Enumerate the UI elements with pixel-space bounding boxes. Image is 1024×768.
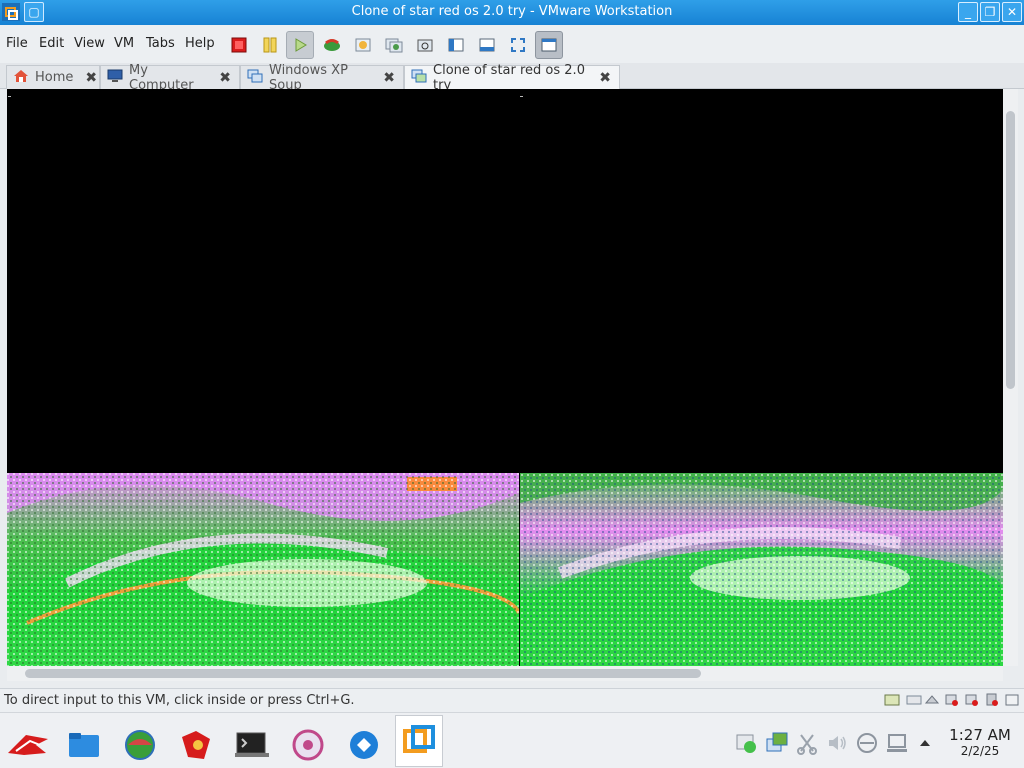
menu-edit[interactable]: Edit <box>39 36 64 51</box>
tab-label: Windows XP Soup <box>269 62 348 93</box>
vm-glitch-wallpaper-right <box>520 473 1003 666</box>
menu-file[interactable]: File <box>6 36 28 51</box>
display-settings-icon[interactable] <box>885 731 909 755</box>
tab-my-computer[interactable]: My Computer ✖ <box>100 63 240 93</box>
tab-label: Home <box>35 70 74 85</box>
vertical-scrollbar[interactable] <box>1003 89 1018 666</box>
menu-help[interactable]: Help <box>185 36 215 51</box>
suspend-icon[interactable] <box>256 31 284 59</box>
usb-icon[interactable] <box>944 693 960 707</box>
terminal-icon[interactable] <box>228 721 276 768</box>
tab-close-icon[interactable]: ✖ <box>85 70 97 86</box>
horizontal-scrollbar[interactable] <box>7 666 1003 681</box>
volume-icon[interactable] <box>825 731 849 755</box>
power-off-icon[interactable] <box>225 31 253 59</box>
clock-date: 2/2/25 <box>960 744 1000 758</box>
expand-tray-icon[interactable] <box>913 731 937 755</box>
red-os-menu-icon[interactable] <box>4 721 52 768</box>
taskbar: 1:27 AM 2/2/25 <box>0 712 1024 768</box>
screenshot-icon[interactable] <box>795 731 819 755</box>
thumbnail-bar-icon[interactable] <box>473 31 501 59</box>
remote-icon[interactable] <box>340 721 388 768</box>
minimize-button[interactable]: _ <box>958 2 978 22</box>
title-bar: ▢ Clone of star red os 2.0 try - VMware … <box>0 0 1024 25</box>
vm-icon <box>411 69 427 87</box>
network-icon[interactable] <box>924 693 940 707</box>
revert-snapshot-icon[interactable] <box>349 31 377 59</box>
network-status-icon[interactable] <box>735 731 759 755</box>
tab-close-icon[interactable]: ✖ <box>599 70 611 86</box>
menu-toolbar: File Edit View VM Tabs Help <box>0 25 1024 63</box>
tab-label: Clone of star red os 2.0 try <box>433 62 585 93</box>
menu-view[interactable]: View <box>74 36 105 51</box>
cd-icon[interactable] <box>906 693 922 707</box>
tab-bar: Home ✖ My Computer ✖ Windows XP Soup ✖ C… <box>0 63 1024 93</box>
vm-icon <box>247 69 263 87</box>
restore-button[interactable]: ❐ <box>980 2 1000 22</box>
computer-icon <box>107 69 123 87</box>
vmware-icon[interactable] <box>395 715 443 767</box>
close-button[interactable]: ✕ <box>1002 2 1022 22</box>
vm-display[interactable] <box>7 89 1003 666</box>
tab-close-icon[interactable]: ✖ <box>219 70 231 86</box>
tab-home[interactable]: Home ✖ <box>6 65 100 89</box>
snapshot-icon[interactable] <box>318 31 346 59</box>
status-bar: To direct input to this VM, click inside… <box>0 688 1024 712</box>
tab-windows-xp-soup[interactable]: Windows XP Soup ✖ <box>240 63 404 93</box>
media-icon[interactable] <box>284 721 332 768</box>
keyboard-icon[interactable] <box>855 731 879 755</box>
vm-glitch-wallpaper-left <box>7 473 519 666</box>
hdd-icon[interactable] <box>884 693 900 707</box>
fullscreen-icon[interactable] <box>504 31 532 59</box>
capture-icon[interactable] <box>411 31 439 59</box>
manage-snapshots-icon[interactable] <box>380 31 408 59</box>
tab-close-icon[interactable]: ✖ <box>383 70 395 86</box>
status-message: To direct input to this VM, click inside… <box>4 693 355 708</box>
message-icon[interactable] <box>1004 693 1020 707</box>
browser-icon[interactable] <box>116 721 164 768</box>
play-icon[interactable] <box>286 31 314 59</box>
sound-icon[interactable] <box>964 693 980 707</box>
tab-label: My Computer <box>129 62 194 93</box>
printer-icon[interactable] <box>984 693 1000 707</box>
vmware-tray-icon[interactable] <box>765 731 789 755</box>
vertical-scroll-thumb[interactable] <box>1006 111 1015 389</box>
sidebar-icon[interactable] <box>442 31 470 59</box>
settings-icon[interactable] <box>172 721 220 768</box>
cursor-artifact <box>520 96 523 97</box>
cursor-artifact <box>8 96 11 97</box>
home-icon <box>13 69 29 87</box>
clock-time: 1:27 AM <box>949 726 1011 744</box>
clock[interactable]: 1:27 AM 2/2/25 <box>944 726 1016 758</box>
menu-vm[interactable]: VM <box>114 36 134 51</box>
file-manager-icon[interactable] <box>60 721 108 768</box>
unity-view-icon[interactable] <box>535 31 563 59</box>
window-title: Clone of star red os 2.0 try - VMware Wo… <box>351 4 673 19</box>
menu-tabs[interactable]: Tabs <box>146 36 175 51</box>
horizontal-scroll-thumb[interactable] <box>25 669 701 678</box>
tab-clone-of-star-red-os[interactable]: Clone of star red os 2.0 try ✖ <box>404 63 620 93</box>
